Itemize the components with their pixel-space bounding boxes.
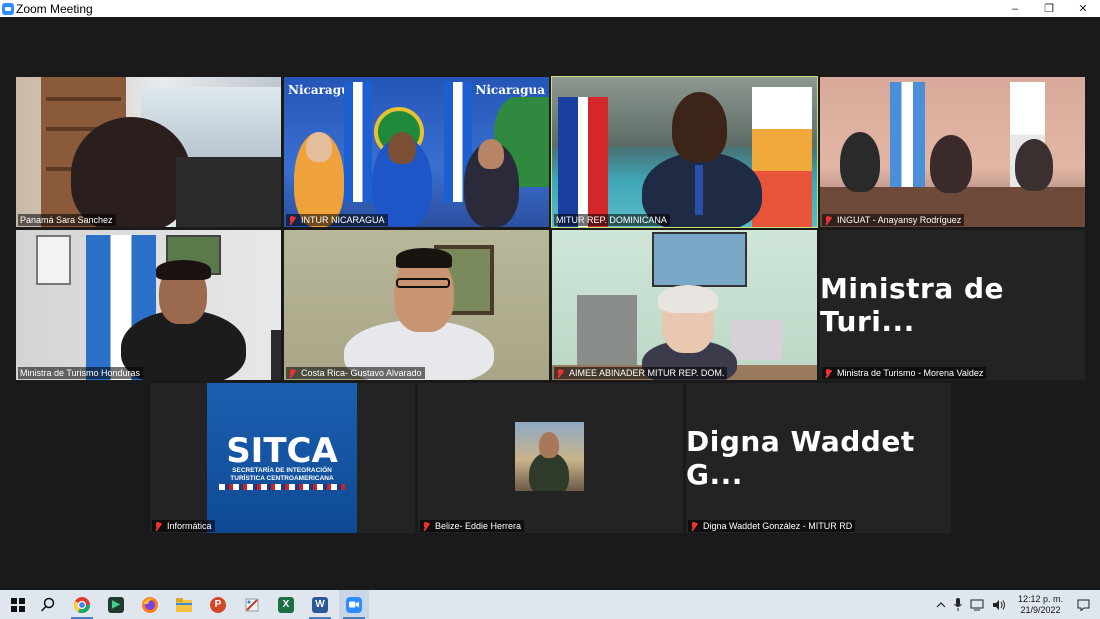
video-tile-mitur-dominicana[interactable]: MITUR REP. DOMINICANA	[551, 76, 818, 228]
zoom-app-icon	[2, 2, 14, 15]
window-titlebar[interactable]: Zoom Meeting – ❐ ✕	[0, 0, 1100, 17]
video-tile-morena-valdez[interactable]: Ministra de Turi... Ministra de Turismo …	[820, 230, 1085, 380]
file-explorer-icon	[176, 597, 192, 612]
notifications-button[interactable]	[1071, 590, 1100, 619]
taskbar-zoom[interactable]	[339, 590, 369, 619]
video-feed	[552, 77, 817, 227]
mic-muted-icon	[824, 368, 832, 378]
mic-muted-icon	[288, 215, 296, 225]
video-tile-panama[interactable]: Panamá Sara Sanchez	[16, 77, 281, 227]
volume-tray-button[interactable]	[988, 590, 1010, 619]
video-tile-honduras[interactable]: Ministra de Turismo Honduras	[16, 230, 281, 380]
paint-icon	[245, 598, 259, 611]
participant-name-tag: Ministra de Turismo Honduras	[18, 367, 144, 379]
windows-taskbar: ▶ P X W 12:12 p. m. 21/9/2022	[0, 590, 1100, 619]
window-controls: – ❐ ✕	[998, 0, 1100, 17]
zoom-icon	[346, 596, 362, 613]
start-button[interactable]	[3, 590, 33, 619]
participant-name-tag: Informática	[152, 520, 215, 532]
window-title: Zoom Meeting	[16, 1, 93, 16]
system-tray: 12:12 p. m. 21/9/2022	[932, 590, 1100, 619]
mic-muted-icon	[154, 521, 162, 531]
mic-muted-icon	[556, 368, 564, 378]
video-feed: Nicaragua Nicaragua	[284, 77, 549, 227]
participant-name-tag: Panamá Sara Sanchez	[18, 214, 116, 226]
microphone-tray-button[interactable]	[950, 590, 966, 619]
start-icon	[11, 597, 25, 612]
participant-name-tag: Digna Waddet González - MITUR RD	[688, 520, 856, 532]
participant-name-tag: INTUR NICARAGUA	[286, 214, 388, 226]
banner-text-right: Nicaragua	[475, 83, 545, 97]
taskbar-paint[interactable]	[237, 590, 267, 619]
video-tile-informatica[interactable]: SITCA SECRETARÍA DE INTEGRACIÓN TURÍSTIC…	[150, 383, 415, 533]
participant-name-tag: Belize- Eddie Herrera	[420, 520, 525, 532]
video-tile-belize[interactable]: Belize- Eddie Herrera	[418, 383, 683, 533]
clock-time: 12:12 p. m.	[1017, 593, 1063, 604]
powerpoint-icon: P	[210, 596, 226, 613]
video-tile-aimee-abinader[interactable]: AIMEE ABINADER MITUR REP. DOM.	[552, 230, 817, 380]
mic-muted-icon	[690, 521, 698, 531]
close-button[interactable]: ✕	[1066, 0, 1100, 17]
firefox-icon	[142, 596, 158, 613]
clock[interactable]: 12:12 p. m. 21/9/2022	[1010, 594, 1071, 616]
participant-name-tag: MITUR REP. DOMINICANA	[554, 214, 670, 226]
taskbar-green-app[interactable]: ▶	[101, 590, 131, 619]
participant-name-tag: Ministra de Turismo - Morena Valdez	[822, 367, 987, 379]
video-tile-digna-waddet[interactable]: Digna Waddet G... Digna Waddet González …	[686, 383, 951, 533]
video-feed	[820, 77, 1085, 227]
volume-icon	[992, 599, 1005, 610]
search-icon	[40, 597, 55, 612]
video-feed	[16, 230, 281, 380]
microphone-icon	[954, 598, 962, 611]
taskbar-word[interactable]: W	[305, 590, 335, 619]
profile-picture	[515, 422, 584, 491]
restore-button[interactable]: ❐	[1032, 0, 1066, 17]
sitca-logo: SITCA SECRETARÍA DE INTEGRACIÓN TURÍSTIC…	[207, 383, 357, 533]
word-icon: W	[312, 596, 328, 613]
chrome-icon	[73, 596, 91, 613]
excel-icon: X	[278, 596, 294, 613]
video-feed	[16, 77, 281, 227]
clock-date: 21/9/2022	[1020, 604, 1061, 615]
mic-muted-icon	[824, 215, 832, 225]
participant-display-name: Ministra de Turi...	[820, 272, 1005, 338]
taskbar-chrome[interactable]	[67, 590, 97, 619]
participant-name-tag: AIMEE ABINADER MITUR REP. DOM.	[554, 367, 728, 379]
taskbar-firefox[interactable]	[135, 590, 165, 619]
show-hidden-icons-button[interactable]	[932, 590, 950, 619]
flags-strip	[219, 484, 345, 490]
video-feed	[284, 230, 549, 380]
video-tile-inguat[interactable]: INGUAT - Anayansy Rodríguez	[820, 77, 1085, 227]
mic-muted-icon	[288, 368, 296, 378]
participant-display-name: Digna Waddet G...	[686, 425, 915, 491]
participant-name-tag: Costa Rica- Gustavo Alvarado	[286, 367, 425, 379]
network-tray-button[interactable]	[966, 590, 988, 619]
taskbar-excel[interactable]: X	[271, 590, 301, 619]
mic-muted-icon	[422, 521, 430, 531]
video-tile-intur-nicaragua[interactable]: Nicaragua Nicaragua INTUR NICARAGUA	[284, 77, 549, 227]
minimize-button[interactable]: –	[998, 0, 1032, 17]
chevron-up-icon	[936, 601, 946, 607]
app-green-icon: ▶	[108, 596, 124, 613]
taskbar-powerpoint[interactable]: P	[203, 590, 233, 619]
notification-icon	[1077, 599, 1090, 611]
network-icon	[970, 599, 984, 610]
video-feed	[552, 230, 817, 380]
gallery-view: Panamá Sara Sanchez Nicaragua Nicaragua …	[0, 17, 1100, 590]
taskbar-file-explorer[interactable]	[169, 590, 199, 619]
video-tile-costa-rica[interactable]: Costa Rica- Gustavo Alvarado	[284, 230, 549, 380]
search-button[interactable]	[33, 590, 63, 619]
participant-name-tag: INGUAT - Anayansy Rodríguez	[822, 214, 965, 226]
